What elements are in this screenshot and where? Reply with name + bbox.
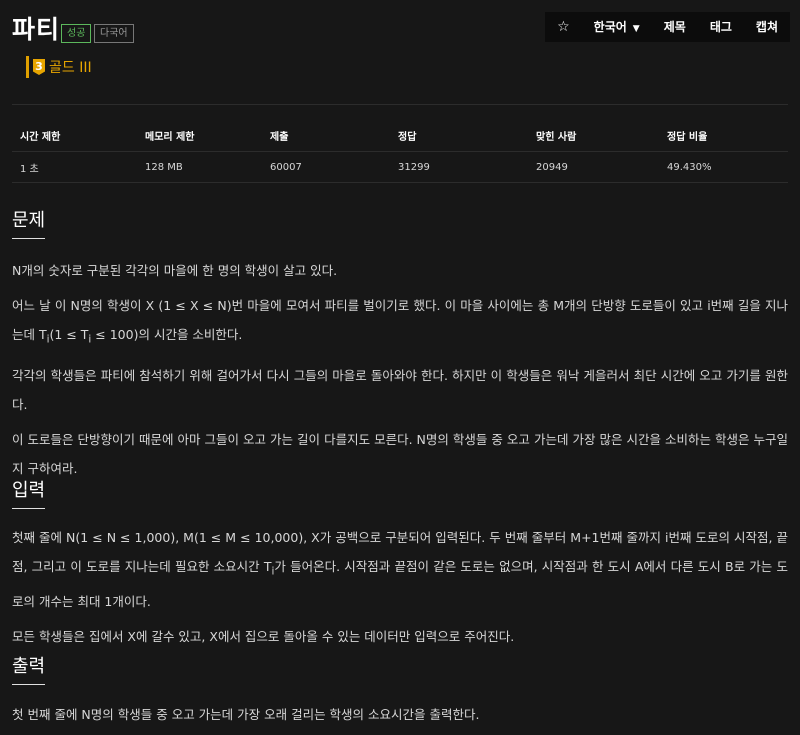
output-section-heading: 출력: [12, 652, 46, 685]
problem-paragraph: N개의 숫자로 구분된 각각의 마을에 한 명의 학생이 살고 있다.: [12, 263, 338, 278]
divider: [12, 104, 788, 105]
tier-shield-icon: 3: [33, 59, 45, 75]
nav-tag-button[interactable]: 태그: [698, 12, 744, 42]
output-paragraph: 첫 번째 줄에 N명의 학생들 중 오고 가는데 가장 오래 걸리는 학생의 소…: [12, 707, 480, 722]
star-icon: ☆: [557, 19, 570, 35]
nav-title-button[interactable]: 제목: [652, 12, 698, 42]
cell-memory-limit: 128 MB: [137, 151, 262, 183]
header-accept-ratio: 정답 비율: [659, 120, 788, 152]
caret-down-icon: ▼: [632, 24, 640, 34]
problem-title: 파티: [12, 15, 61, 44]
problem-paragraph: 각각의 학생들은 파티에 참석하기 위해 걸어가서 다시 그들의 마을로 돌아와…: [12, 367, 788, 412]
cell-solved-users: 20949: [528, 151, 659, 183]
problem-menu: ☆ 한국어 ▼ 제목 태그 캡쳐: [545, 12, 790, 42]
header-time-limit: 시간 제한: [12, 120, 137, 152]
cell-accepted: 31299: [390, 151, 528, 183]
header-submissions: 제출: [262, 120, 390, 152]
tier-indicator[interactable]: 3 골드 III: [26, 56, 92, 78]
problem-page: 파티 성공 다국어 3 골드 III ☆ 한국어 ▼ 제목 태그 캡쳐 시간 제한…: [0, 0, 800, 730]
multilang-badge: 다국어: [94, 24, 134, 43]
success-badge: 성공: [61, 24, 92, 43]
problem-paragraph: 이 도로들은 단방향이기 때문에 아마 그들이 오고 가는 길이 다를지도 모른…: [12, 431, 788, 476]
problem-paragraph: 어느 날 이 N명의 학생이 X (1 ≤ X ≤ N)번 마을에 모여서 파티…: [12, 298, 788, 346]
input-paragraph: 모든 학생들은 집에서 X에 갈수 있고, X에서 집으로 돌아올 수 있는 데…: [12, 628, 515, 644]
problem-info-table: 시간 제한 메모리 제한 제출 정답 맞힌 사람 정답 비율 1 초 128 M…: [12, 120, 788, 183]
star-button[interactable]: ☆: [545, 12, 582, 42]
table-row: 1 초 128 MB 60007 31299 20949 49.430%: [12, 151, 788, 183]
cell-accept-ratio: 49.430%: [659, 151, 788, 183]
input-section-heading: 입력: [12, 476, 46, 509]
problem-description: N개의 숫자로 구분된 각각의 마을에 한 명의 학생이 살고 있다. 어느 날…: [12, 256, 788, 489]
problem-section-heading: 문제: [12, 206, 46, 239]
cell-submissions: 60007: [262, 151, 390, 183]
tier-name: 골드 III: [49, 60, 92, 76]
input-description: 첫째 줄에 N(1 ≤ N ≤ 1,000), M(1 ≤ M ≤ 10,000…: [12, 523, 788, 657]
header-memory-limit: 메모리 제한: [137, 120, 262, 152]
input-paragraph: 첫째 줄에 N(1 ≤ N ≤ 1,000), M(1 ≤ M ≤ 10,000…: [12, 530, 788, 609]
language-dropdown[interactable]: 한국어 ▼: [582, 12, 652, 42]
table-header-row: 시간 제한 메모리 제한 제출 정답 맞힌 사람 정답 비율: [12, 120, 788, 152]
language-label: 한국어: [593, 20, 627, 34]
nav-capture-button[interactable]: 캡쳐: [744, 12, 790, 42]
header-solved-users: 맞힌 사람: [528, 120, 659, 152]
cell-time-limit: 1 초: [12, 151, 137, 183]
header-accepted: 정답: [390, 120, 528, 152]
